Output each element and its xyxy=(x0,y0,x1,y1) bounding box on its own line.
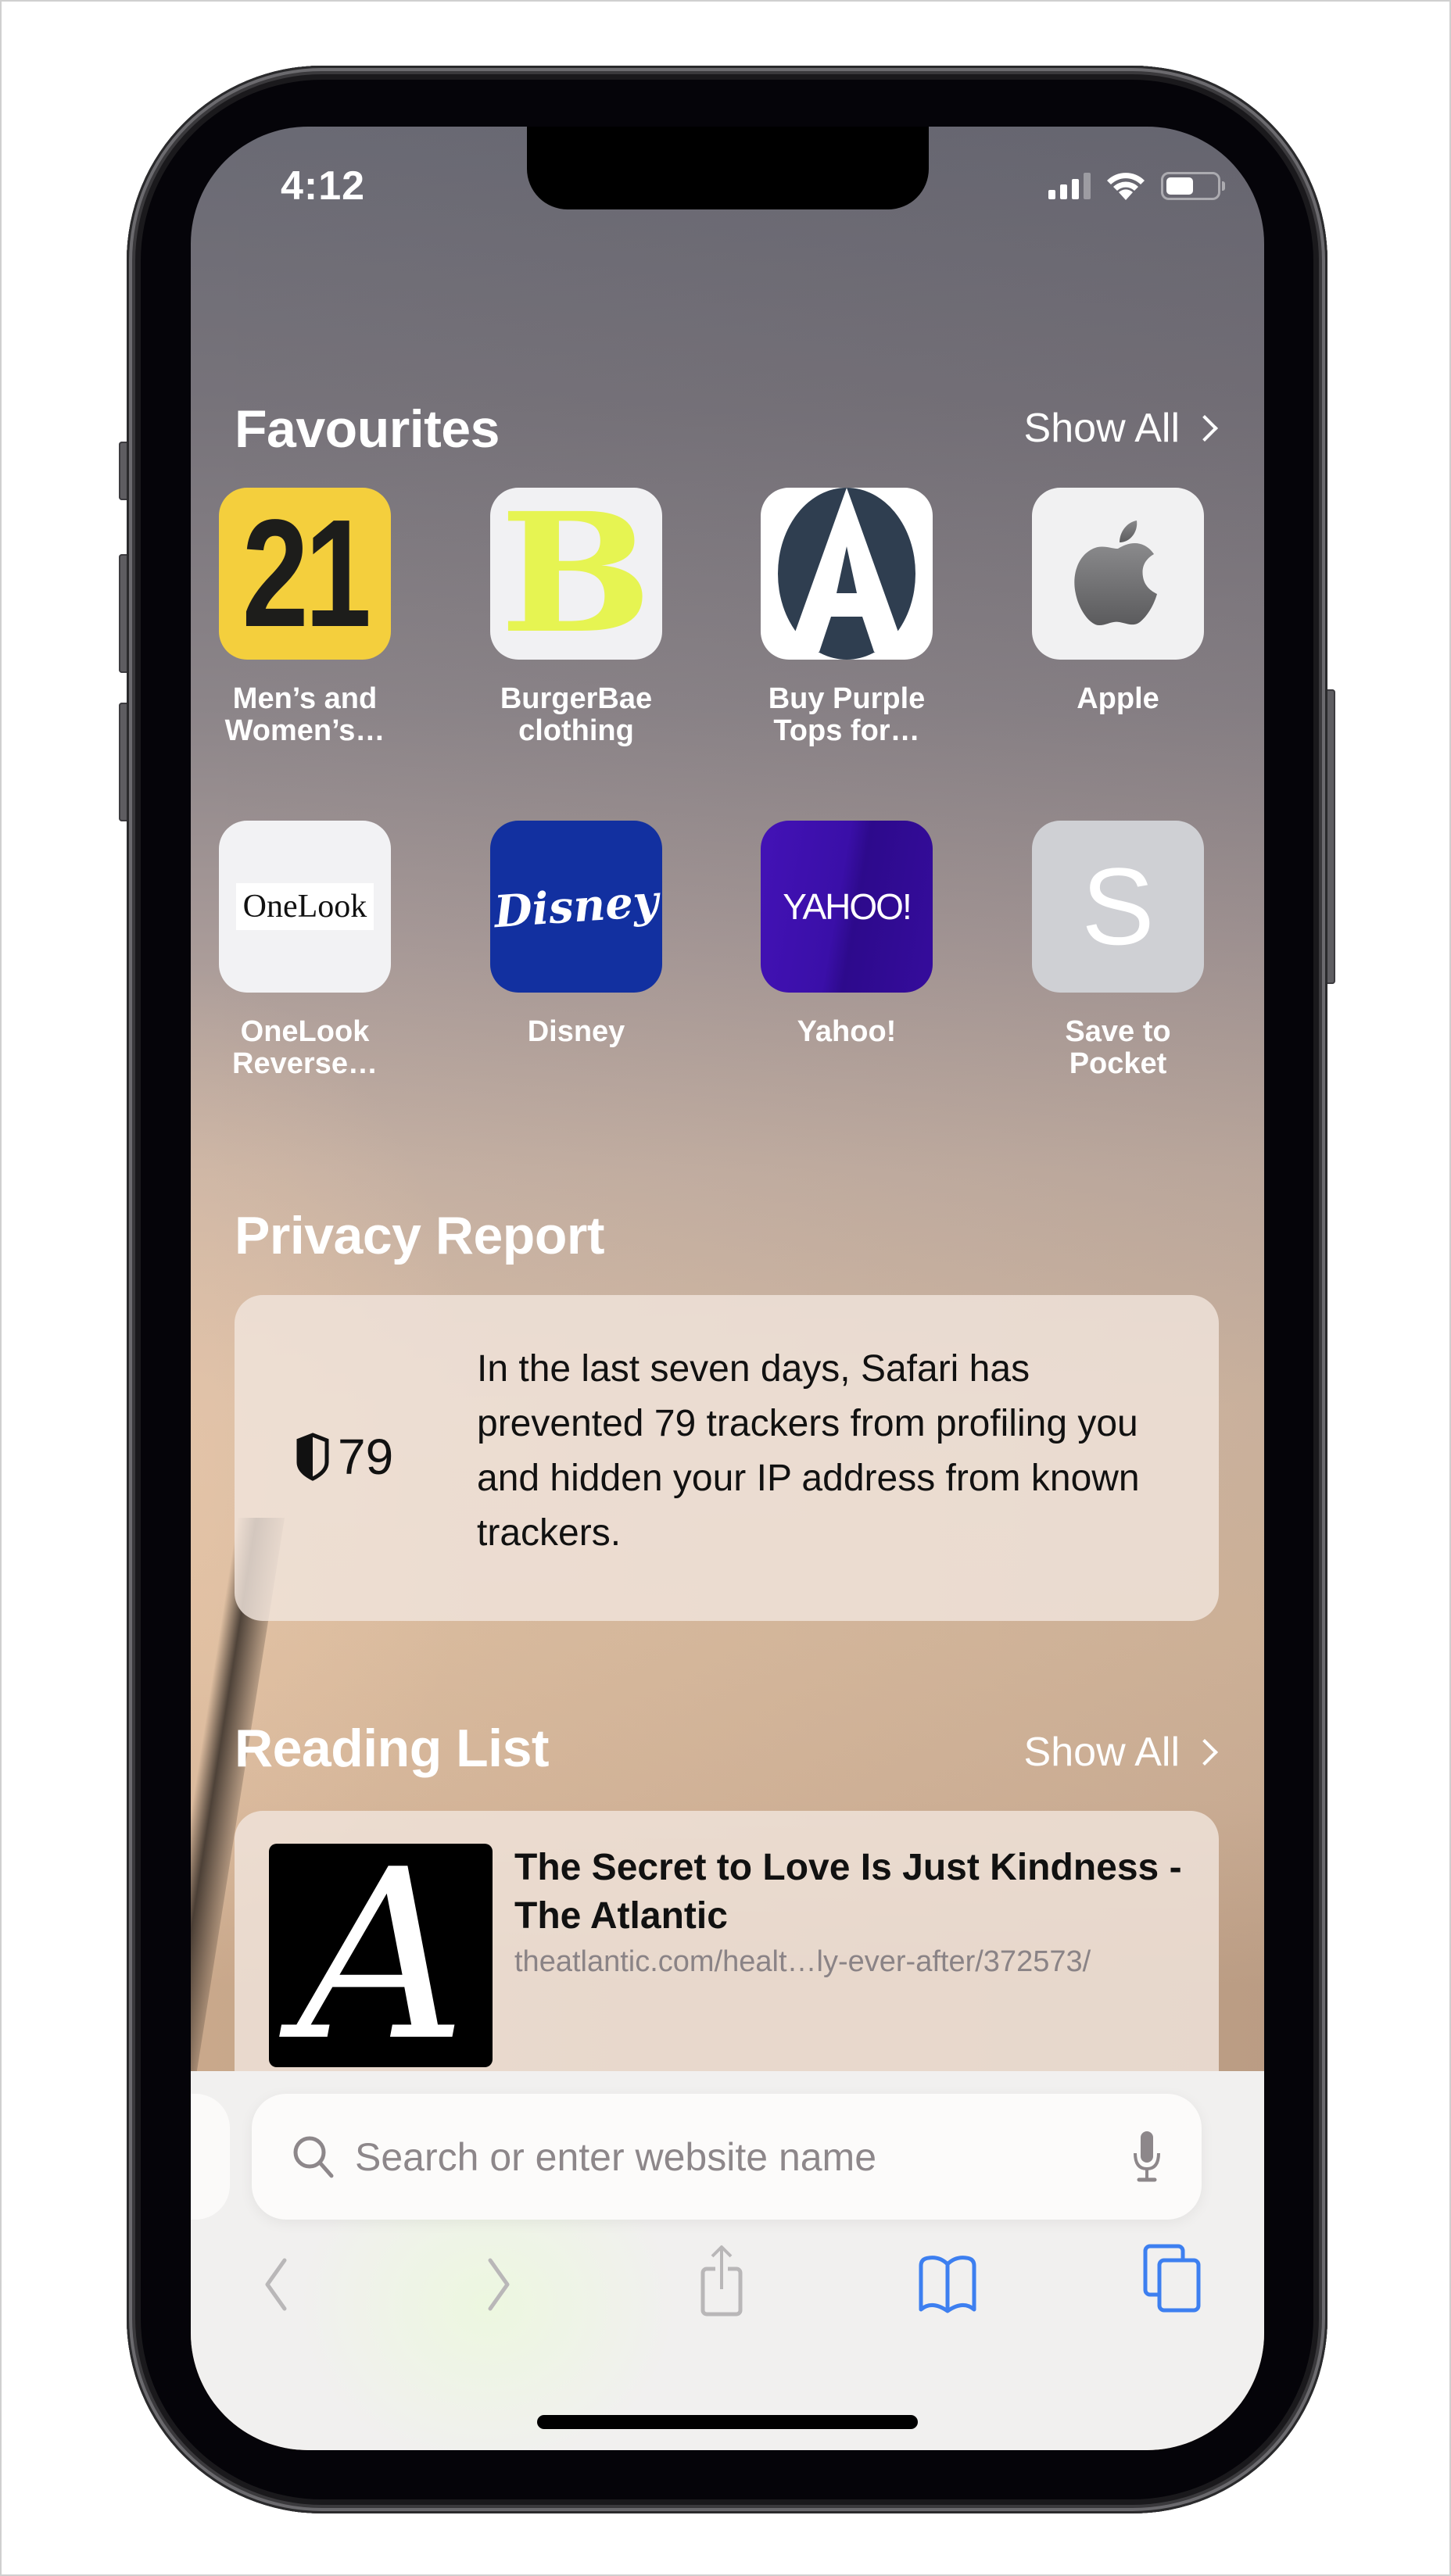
home-indicator[interactable] xyxy=(537,2415,918,2429)
favourite-label: BurgerBae clothing xyxy=(459,683,693,747)
tracker-count-value: 79 xyxy=(338,1429,394,1485)
favourite-label: Save to Pocket xyxy=(1001,1016,1235,1080)
chevron-right-icon xyxy=(1191,1739,1218,1766)
search-address-bar[interactable]: Search or enter website name xyxy=(252,2094,1202,2220)
apple-logo-shape xyxy=(1074,521,1157,625)
favourite-label: Men’s and Women’s… xyxy=(191,683,422,747)
tabs-button[interactable] xyxy=(1125,2227,1219,2329)
previous-tab-chip[interactable] xyxy=(191,2094,230,2220)
battery-level xyxy=(1166,177,1194,195)
favourite-label-line1: Buy Purple xyxy=(768,682,926,715)
favourite-label-line2: Reverse… xyxy=(232,1047,378,1080)
status-time: 4:12 xyxy=(281,163,366,209)
privacy-report-card[interactable]: 79 In the last seven days, Safari has pr… xyxy=(235,1295,1219,1621)
reading-item-url: theatlantic.com/healt…ly-ever-after/3725… xyxy=(514,1945,1091,1978)
favourites-title: Favourites xyxy=(235,399,500,459)
favourite-item[interactable]: Buy Purple Tops for… xyxy=(729,488,964,747)
burgerbae-glyph: B xyxy=(500,488,653,660)
show-all-label: Show All xyxy=(1023,1730,1180,1775)
favourite-label-line1: Disney xyxy=(527,1015,625,1048)
favourite-item[interactable]: S Save to Pocket xyxy=(1001,821,1235,1080)
favourite-label-line1: Men’s and xyxy=(232,682,378,715)
atlantic-glyph: A xyxy=(297,1844,467,2067)
letter-s-icon: S xyxy=(1032,821,1204,993)
forever21-icon: 21 xyxy=(219,488,391,660)
letter-s-glyph: S xyxy=(1081,845,1155,968)
microphone-icon[interactable] xyxy=(1131,2130,1163,2184)
safari-start-page: 4:12 Favourites Show All 21 Men’s and Wo… xyxy=(191,127,1264,2450)
battery-icon xyxy=(1161,172,1225,200)
chevron-right-icon xyxy=(488,2258,510,2311)
reading-list-show-all-button[interactable]: Show All xyxy=(1024,1729,1219,1776)
atlantic-logo-thumbnail: A xyxy=(269,1844,493,2067)
privacy-report-title: Privacy Report xyxy=(235,1206,604,1265)
onelook-glyph: OneLook xyxy=(242,889,367,925)
share-icon xyxy=(700,2245,743,2317)
favourite-label-line2: Women’s… xyxy=(224,714,385,747)
forward-button[interactable] xyxy=(451,2234,545,2335)
favourite-label-line2: clothing xyxy=(518,714,634,747)
shield-icon xyxy=(296,1433,329,1481)
yahoo-glyph: YAHOO! xyxy=(783,886,912,927)
notch xyxy=(527,127,929,209)
favourite-item[interactable]: OneLook OneLook Reverse… xyxy=(191,821,422,1080)
disney-glyph: Disney xyxy=(492,875,661,939)
apple-logo-icon xyxy=(1032,488,1204,660)
favourite-item[interactable]: B BurgerBae clothing xyxy=(459,488,693,747)
back-button[interactable] xyxy=(230,2234,324,2335)
cellular-signal-icon xyxy=(1048,173,1091,199)
favourite-item[interactable]: Disney Disney xyxy=(459,821,693,1048)
forever21-glyph: 21 xyxy=(242,488,371,659)
favourite-label: Apple xyxy=(1001,683,1235,715)
favourite-label: Yahoo! xyxy=(729,1016,964,1048)
onelook-icon: OneLook xyxy=(219,821,391,993)
circle-a-logo xyxy=(778,488,915,660)
burgerbae-icon: B xyxy=(490,488,662,660)
book-icon xyxy=(919,2256,976,2313)
favourite-item[interactable]: YAHOO! Yahoo! xyxy=(729,821,964,1048)
status-icons xyxy=(1048,170,1225,202)
favourite-item[interactable]: 21 Men’s and Women’s… xyxy=(191,488,422,747)
favourite-label: OneLook Reverse… xyxy=(191,1016,422,1080)
favourite-label-line1: BurgerBae xyxy=(500,682,653,715)
reading-item-title: The Secret to Love Is Just Kindness - Th… xyxy=(514,1847,1182,1937)
chevron-right-icon xyxy=(1191,415,1218,442)
favourite-label-line1: Save to xyxy=(1065,1015,1171,1048)
favourite-item[interactable]: Apple xyxy=(1001,488,1235,715)
privacy-report-text: In the last seven days, Safari has preve… xyxy=(477,1348,1140,1554)
wifi-icon xyxy=(1107,173,1145,200)
reading-list-title: Reading List xyxy=(235,1719,550,1778)
share-button[interactable] xyxy=(675,2231,768,2332)
favourite-label-line1: Apple xyxy=(1077,682,1159,715)
favourite-label-line2: Tops for… xyxy=(773,714,920,747)
chevron-left-icon xyxy=(265,2258,287,2311)
favourite-label: Buy Purple Tops for… xyxy=(729,683,964,747)
purple-tops-icon xyxy=(761,488,933,660)
tracker-count: 79 xyxy=(296,1428,393,1486)
yahoo-icon: YAHOO! xyxy=(761,821,933,993)
favourites-show-all-button[interactable]: Show All xyxy=(1024,405,1219,452)
favourite-label: Disney xyxy=(459,1016,693,1048)
search-placeholder: Search or enter website name xyxy=(355,2134,877,2179)
tabs-icon xyxy=(1143,2244,1201,2313)
bottom-toolbar: Search or enter website name xyxy=(191,2071,1264,2450)
search-icon xyxy=(293,2136,334,2177)
favourite-label-line1: OneLook xyxy=(240,1015,370,1048)
disney-icon: Disney xyxy=(490,821,662,993)
favourite-label-line2: Pocket xyxy=(1069,1047,1167,1080)
bookmarks-button[interactable] xyxy=(901,2234,994,2335)
onelook-wordmark: OneLook xyxy=(236,883,374,930)
show-all-label: Show All xyxy=(1023,406,1180,451)
favourite-label-line1: Yahoo! xyxy=(797,1015,897,1048)
